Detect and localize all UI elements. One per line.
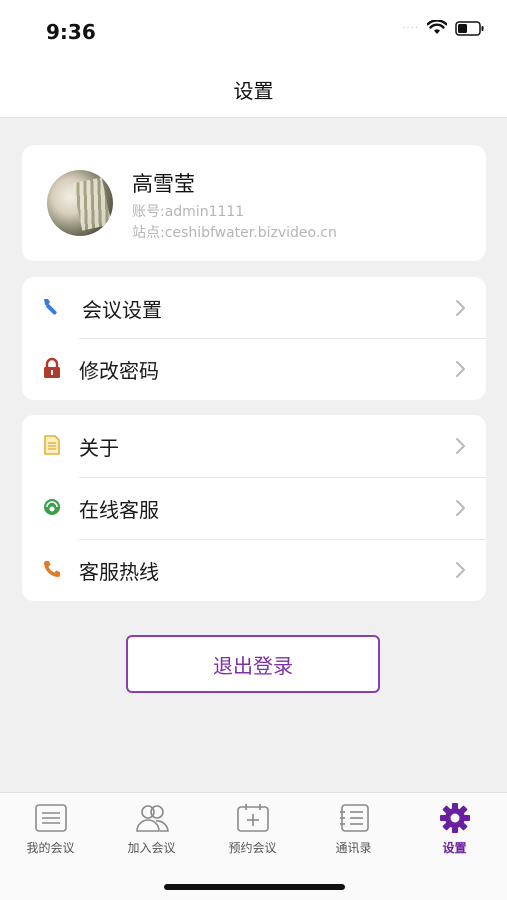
menu-item-hotline[interactable]: 客服热线 bbox=[22, 539, 486, 601]
status-time: 9:36 bbox=[46, 20, 96, 44]
profile-card[interactable]: 高雪莹 账号:admin1111 站点:ceshibfwater.bizvide… bbox=[22, 145, 486, 261]
menu-item-label: 客服热线 bbox=[79, 560, 159, 584]
chat-service-icon bbox=[44, 499, 60, 515]
home-indicator[interactable] bbox=[164, 884, 345, 890]
profile-account: 账号:admin1111 bbox=[132, 204, 245, 220]
tab-label: 设置 bbox=[442, 841, 467, 855]
document-icon bbox=[44, 435, 60, 455]
chevron-right-icon bbox=[456, 300, 465, 316]
menu-item-about[interactable]: 关于 bbox=[22, 415, 486, 477]
list-icon bbox=[34, 804, 67, 832]
menu-item-label: 会议设置 bbox=[82, 298, 162, 322]
tab-label: 加入会议 bbox=[127, 841, 176, 855]
tab-contacts[interactable]: 通讯录 bbox=[303, 803, 404, 863]
tab-my-meetings[interactable]: 我的会议 bbox=[0, 803, 101, 863]
contacts-book-icon bbox=[339, 804, 369, 832]
page-title: 设置 bbox=[233, 79, 274, 103]
menu-item-change-password[interactable]: 修改密码 bbox=[22, 338, 486, 400]
tab-label: 预约会议 bbox=[228, 841, 277, 855]
menu-item-meeting-settings[interactable]: 会议设置 bbox=[22, 277, 486, 339]
tab-label: 我的会议 bbox=[26, 841, 75, 855]
chevron-right-icon bbox=[456, 500, 465, 516]
divider bbox=[79, 539, 486, 540]
chevron-right-icon bbox=[456, 562, 465, 578]
menu-item-online-service[interactable]: 在线客服 bbox=[22, 477, 486, 539]
navigation-bar: 设置 bbox=[0, 62, 507, 118]
lock-icon bbox=[44, 357, 60, 378]
gear-icon bbox=[439, 803, 470, 833]
profile-site: 站点:ceshibfwater.bizvideo.cn bbox=[132, 225, 337, 241]
chevron-right-icon bbox=[456, 361, 465, 377]
phone-icon bbox=[44, 561, 60, 577]
menu-item-label: 修改密码 bbox=[79, 359, 159, 383]
menu-item-label: 关于 bbox=[79, 436, 119, 460]
avatar-photo bbox=[72, 177, 112, 231]
logout-button[interactable]: 退出登录 bbox=[126, 635, 380, 693]
tab-join-meeting[interactable]: 加入会议 bbox=[101, 803, 202, 863]
people-icon bbox=[135, 805, 169, 832]
avatar[interactable] bbox=[47, 170, 113, 236]
wrench-icon bbox=[44, 299, 57, 315]
tab-schedule-meeting[interactable]: 预约会议 bbox=[202, 803, 303, 863]
menu-item-label: 在线客服 bbox=[79, 498, 159, 522]
menu-group-support: 关于 在线客服 客服热线 bbox=[22, 415, 486, 601]
status-indicators: ···· bbox=[402, 20, 485, 36]
wifi-icon bbox=[427, 20, 447, 34]
profile-name: 高雪莹 bbox=[132, 172, 195, 196]
status-bar: 9:36 ···· bbox=[0, 0, 507, 62]
menu-group-account: 会议设置 修改密码 bbox=[22, 277, 486, 400]
signal-icon: ···· bbox=[402, 22, 419, 34]
divider bbox=[79, 477, 486, 478]
chevron-right-icon bbox=[456, 438, 465, 454]
calendar-plus-icon bbox=[236, 804, 269, 832]
battery-icon bbox=[455, 20, 484, 36]
tab-label: 通讯录 bbox=[335, 841, 372, 855]
divider bbox=[79, 338, 486, 339]
tab-settings[interactable]: 设置 bbox=[404, 803, 505, 863]
